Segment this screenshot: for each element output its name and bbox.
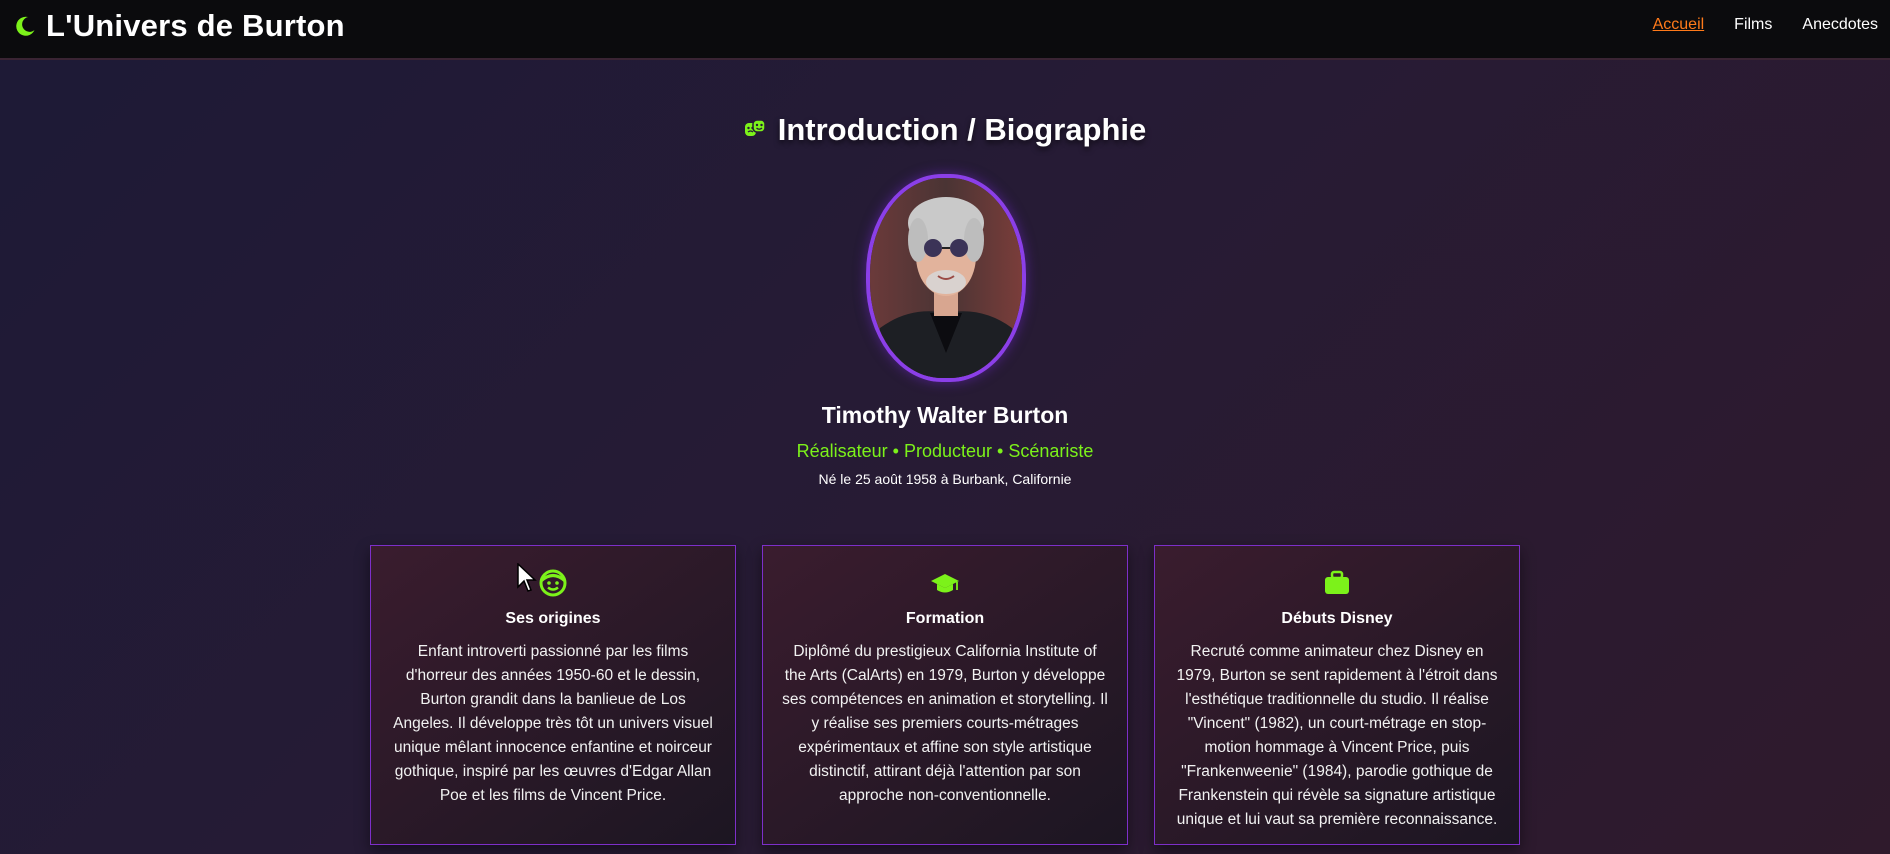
card-disney: Débuts Disney Recruté comme animateur ch… bbox=[1154, 545, 1520, 845]
card-text: Diplômé du prestigieux California Instit… bbox=[782, 643, 1108, 804]
moon-icon bbox=[16, 16, 35, 36]
card-formation: Formation Diplômé du prestigieux Califor… bbox=[762, 545, 1128, 845]
portrait-image bbox=[870, 178, 1022, 378]
nav-link-films[interactable]: Films bbox=[1734, 16, 1772, 34]
card-origins: Ses origines Enfant introverti passionné… bbox=[370, 545, 736, 845]
section-title: Introduction / Biographie bbox=[777, 112, 1147, 147]
nav-link-anecdotes[interactable]: Anecdotes bbox=[1802, 16, 1878, 34]
site-logo[interactable]: L'Univers de Burton bbox=[14, 8, 345, 44]
card-title: Formation bbox=[905, 610, 985, 627]
person-roles: Réalisateur • Producteur • Scénariste bbox=[796, 441, 1094, 461]
top-navbar: L'Univers de Burton Accueil Films Anecdo… bbox=[0, 0, 1890, 60]
card-text: Recruté comme animateur chez Disney en 1… bbox=[1176, 643, 1498, 828]
section-heading: Introduction / Biographie bbox=[0, 112, 1890, 148]
portrait-photo bbox=[866, 174, 1026, 382]
site-title: L'Univers de Burton bbox=[46, 8, 345, 43]
card-text: Enfant introverti passionné par les film… bbox=[393, 643, 713, 804]
nav-link-accueil[interactable]: Accueil bbox=[1653, 16, 1705, 34]
card-title: Ses origines bbox=[505, 610, 601, 627]
briefcase-icon bbox=[1325, 570, 1349, 594]
main-nav: Accueil Films Anecdotes bbox=[1653, 16, 1890, 34]
mouse-cursor-icon bbox=[517, 563, 537, 592]
child-face-icon bbox=[539, 569, 567, 597]
card-title: Débuts Disney bbox=[1281, 610, 1393, 627]
graduation-cap-icon bbox=[931, 574, 959, 593]
person-birth: Né le 25 août 1958 à Burbank, Californie bbox=[818, 471, 1072, 487]
theater-masks-icon bbox=[744, 119, 766, 136]
person-name: Timothy Walter Burton bbox=[821, 402, 1069, 428]
